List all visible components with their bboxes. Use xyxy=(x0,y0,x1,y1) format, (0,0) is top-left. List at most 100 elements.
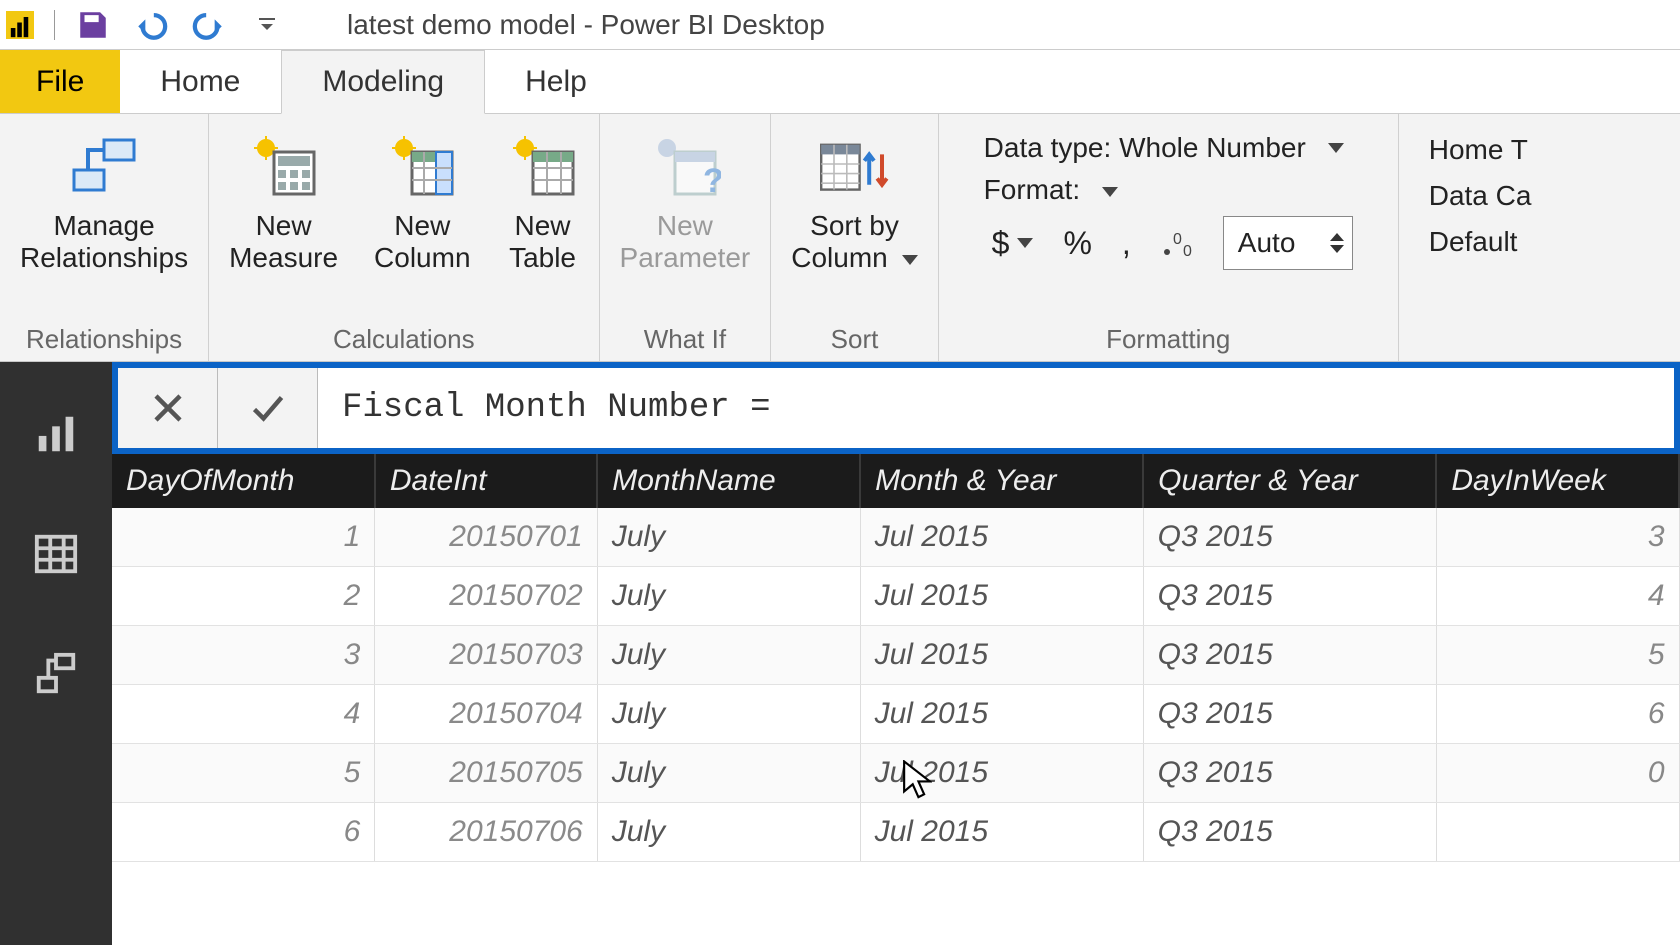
sort-by-column-icon xyxy=(818,132,890,204)
spinner-icon[interactable] xyxy=(1330,233,1344,253)
cell-monthname[interactable]: July xyxy=(597,744,860,803)
cell-dayofmonth[interactable]: 2 xyxy=(112,567,375,626)
col-header-dayofmonth[interactable]: DayOfMonth xyxy=(112,454,375,508)
table-row[interactable]: 520150705JulyJul 2015Q3 20150 xyxy=(112,744,1679,803)
table-row[interactable]: 620150706JulyJul 2015Q3 2015 xyxy=(112,803,1679,862)
cell-monthyear[interactable]: Jul 2015 xyxy=(860,685,1143,744)
cell-monthname[interactable]: July xyxy=(597,567,860,626)
cell-monthname[interactable]: July xyxy=(597,685,860,744)
cell-monthyear[interactable]: Jul 2015 xyxy=(860,567,1143,626)
cell-dateint[interactable]: 20150704 xyxy=(375,685,597,744)
thousands-separator-button[interactable]: , xyxy=(1114,220,1139,266)
group-sort: Sort by Column Sort xyxy=(771,114,938,361)
new-column-label-1: New xyxy=(394,210,450,242)
currency-format-button[interactable]: $ xyxy=(984,220,1042,266)
cell-monthyear[interactable]: Jul 2015 xyxy=(860,626,1143,685)
cell-monthname[interactable]: July xyxy=(597,803,860,862)
cell-dayinweek[interactable] xyxy=(1436,803,1679,862)
cell-dateint[interactable]: 20150703 xyxy=(375,626,597,685)
cell-quarteryear[interactable]: Q3 2015 xyxy=(1143,567,1436,626)
formula-cancel-button[interactable] xyxy=(118,368,218,448)
data-category-dropdown[interactable]: Data Ca xyxy=(1429,180,1532,212)
new-table-label-2: Table xyxy=(509,242,576,274)
table-row[interactable]: 120150701JulyJul 2015Q3 20153 xyxy=(112,508,1679,567)
cell-monthyear[interactable]: Jul 2015 xyxy=(860,803,1143,862)
cell-dayofmonth[interactable]: 3 xyxy=(112,626,375,685)
cell-dateint[interactable]: 20150702 xyxy=(375,567,597,626)
cell-dayinweek[interactable]: 0 xyxy=(1436,744,1679,803)
formula-commit-button[interactable] xyxy=(218,368,318,448)
col-header-dateint[interactable]: DateInt xyxy=(375,454,597,508)
cell-dayofmonth[interactable]: 6 xyxy=(112,803,375,862)
manage-relationships-button[interactable]: Manage Relationships xyxy=(12,128,196,278)
undo-button[interactable] xyxy=(131,5,171,45)
home-table-dropdown[interactable]: Home T xyxy=(1429,134,1532,166)
save-button[interactable] xyxy=(73,5,113,45)
qat-customize-button[interactable] xyxy=(247,5,287,45)
group-formatting-label: Formatting xyxy=(1106,318,1230,357)
cell-dayofmonth[interactable]: 4 xyxy=(112,685,375,744)
new-parameter-button: ? New Parameter xyxy=(612,128,759,278)
decimal-places-input[interactable]: Auto xyxy=(1223,216,1353,270)
cell-quarteryear[interactable]: Q3 2015 xyxy=(1143,626,1436,685)
group-relationships-label: Relationships xyxy=(26,318,182,357)
decimal-places-icon: 0 0 xyxy=(1153,220,1209,266)
model-view-button[interactable] xyxy=(26,644,86,704)
table-header-row: DayOfMonth DateInt MonthName Month & Yea… xyxy=(112,454,1679,508)
chevron-down-icon xyxy=(894,242,918,274)
table-row[interactable]: 420150704JulyJul 2015Q3 20156 xyxy=(112,685,1679,744)
group-properties: Home T Data Ca Default xyxy=(1399,114,1544,361)
col-header-monthname[interactable]: MonthName xyxy=(597,454,860,508)
data-type-dropdown[interactable]: Data type: Whole Number xyxy=(984,132,1353,164)
formula-input[interactable] xyxy=(318,368,1674,448)
tab-help[interactable]: Help xyxy=(485,50,628,113)
data-view-button[interactable] xyxy=(26,524,86,584)
redo-button[interactable] xyxy=(189,5,229,45)
sort-by-column-button[interactable]: Sort by Column xyxy=(783,128,925,278)
cell-dayinweek[interactable]: 3 xyxy=(1436,508,1679,567)
tab-home[interactable]: Home xyxy=(120,50,281,113)
new-column-button[interactable]: New Column xyxy=(366,128,478,278)
col-header-monthyear[interactable]: Month & Year xyxy=(860,454,1143,508)
new-table-icon xyxy=(507,132,579,204)
report-view-button[interactable] xyxy=(26,404,86,464)
group-calculations-label: Calculations xyxy=(333,318,475,357)
quick-access-toolbar xyxy=(54,5,287,45)
group-whatif-label: What If xyxy=(644,318,726,357)
new-measure-label-1: New xyxy=(256,210,312,242)
cell-dayofmonth[interactable]: 5 xyxy=(112,744,375,803)
table-row[interactable]: 320150703JulyJul 2015Q3 20155 xyxy=(112,626,1679,685)
format-dropdown[interactable] xyxy=(1094,174,1118,206)
group-formatting: Data type: Whole Number Format: $ % , 0 … xyxy=(939,114,1399,361)
percent-format-button[interactable]: % xyxy=(1055,220,1099,266)
cell-monthyear[interactable]: Jul 2015 xyxy=(860,744,1143,803)
tab-file[interactable]: File xyxy=(0,50,120,113)
cell-dayinweek[interactable]: 4 xyxy=(1436,567,1679,626)
ribbon: Manage Relationships Relationships xyxy=(0,114,1680,362)
cell-monthname[interactable]: July xyxy=(597,626,860,685)
cell-dayinweek[interactable]: 5 xyxy=(1436,626,1679,685)
cell-monthyear[interactable]: Jul 2015 xyxy=(860,508,1143,567)
new-measure-button[interactable]: New Measure xyxy=(221,128,346,278)
col-header-dayinweek[interactable]: DayInWeek xyxy=(1436,454,1679,508)
svg-text:0: 0 xyxy=(1173,231,1182,248)
new-column-label-2: Column xyxy=(374,242,470,274)
format-dropdown-label: Format: xyxy=(984,174,1080,206)
cell-dateint[interactable]: 20150701 xyxy=(375,508,597,567)
cell-quarteryear[interactable]: Q3 2015 xyxy=(1143,744,1436,803)
table-row[interactable]: 220150702JulyJul 2015Q3 20154 xyxy=(112,567,1679,626)
new-column-icon xyxy=(386,132,458,204)
new-measure-label-2: Measure xyxy=(229,242,338,274)
col-header-quarteryear[interactable]: Quarter & Year xyxy=(1143,454,1436,508)
cell-dateint[interactable]: 20150706 xyxy=(375,803,597,862)
cell-quarteryear[interactable]: Q3 2015 xyxy=(1143,508,1436,567)
tab-modeling[interactable]: Modeling xyxy=(281,50,485,114)
cell-quarteryear[interactable]: Q3 2015 xyxy=(1143,685,1436,744)
cell-dayofmonth[interactable]: 1 xyxy=(112,508,375,567)
default-summarization-dropdown[interactable]: Default xyxy=(1429,226,1532,258)
cell-quarteryear[interactable]: Q3 2015 xyxy=(1143,803,1436,862)
new-table-button[interactable]: New Table xyxy=(499,128,587,278)
cell-dayinweek[interactable]: 6 xyxy=(1436,685,1679,744)
cell-dateint[interactable]: 20150705 xyxy=(375,744,597,803)
cell-monthname[interactable]: July xyxy=(597,508,860,567)
